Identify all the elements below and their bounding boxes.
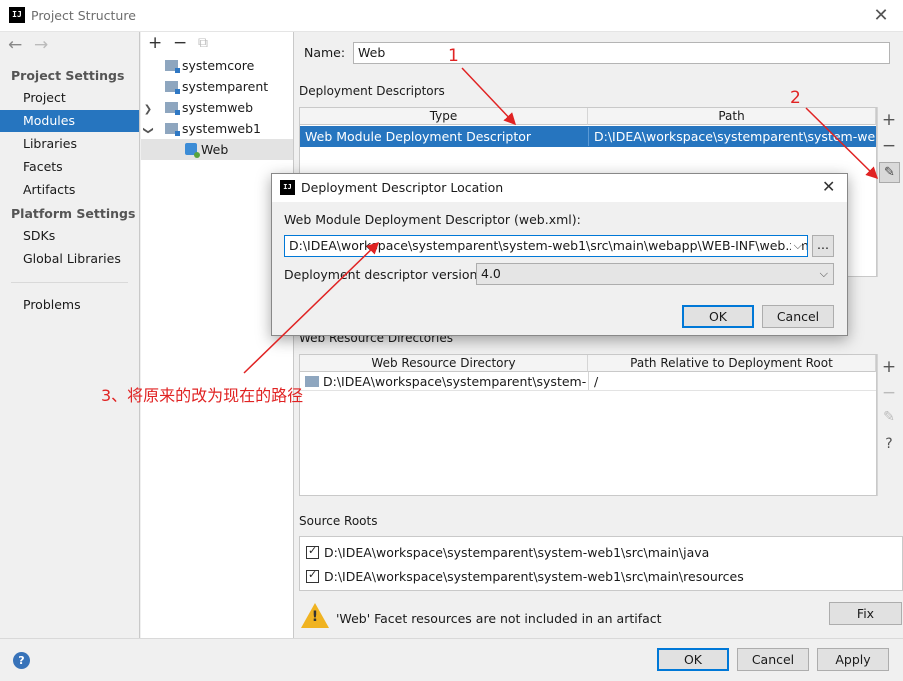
annotation-arrows (243, 67, 879, 374)
annotation-2: 2 (790, 88, 801, 108)
annotation-arrow-1 (461, 67, 517, 126)
annotation-1: 1 (448, 46, 459, 66)
annotation-arrow-3 (243, 241, 380, 374)
annotation-arrow-2 (805, 107, 879, 180)
annotation-3: 3、将原来的改为现在的路径 (101, 386, 304, 405)
